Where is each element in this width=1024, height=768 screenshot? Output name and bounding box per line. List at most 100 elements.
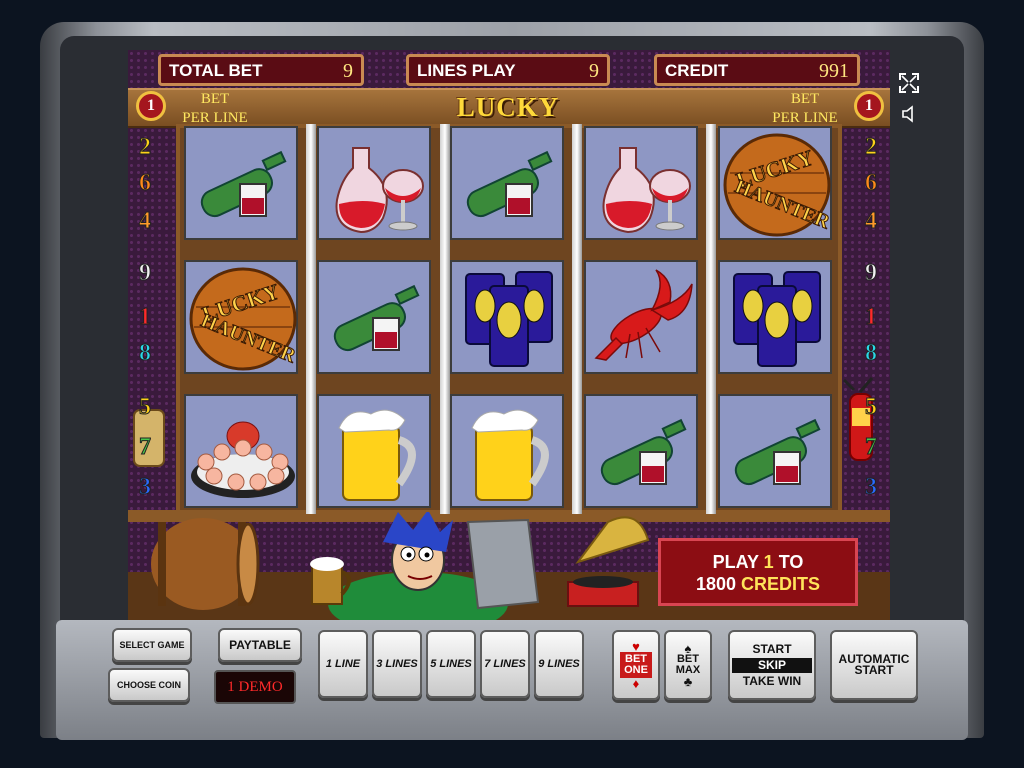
take-win-label: TAKE WIN [742,673,802,688]
barrel-icon [151,518,260,610]
line-number-right: 1 [865,304,878,331]
bottle-wine-icon [600,418,687,486]
shrimp-dish-symbol [184,394,298,508]
beer-cans-icon [733,271,821,367]
decanter-icon [335,147,424,234]
line-number-left: 8 [139,340,152,367]
play-credits-message: PLAY 1 TO 1800 CREDITS [658,538,858,606]
line-number-left: 7 [139,434,152,461]
line-number-right: 3 [865,474,878,501]
reel-divider [706,124,716,514]
play-max-credits: 1800 [695,574,736,594]
select-game-button[interactable]: SELECT GAME [112,628,192,662]
line-number-left: 2 [139,134,152,161]
automatic-start-button[interactable]: AUTOMATIC START [830,630,918,700]
skip-label: SKIP [732,657,812,673]
line-number-right: 9 [865,260,878,287]
shrimp-dish-icon [191,421,295,498]
beer-mug-symbol [450,394,564,508]
credit-value: 991 [819,60,849,82]
lobster-icon [594,269,693,361]
line-number-right: 8 [865,340,878,367]
bet-one-button[interactable]: ♥ BET ONE ♦ [612,630,660,700]
line-number-right: 5 [865,394,878,421]
choose-coin-button[interactable]: CHOOSE COIN [108,668,190,702]
gramophone-icon [567,516,650,607]
line-number-left: 3 [139,474,152,501]
bottle-wine-symbol [584,394,698,508]
line-number-right: 4 [865,208,878,235]
line-number-left: 1 [139,304,152,331]
lines-play-panel: LINES PLAY 9 [406,54,610,86]
total-bet-value: 9 [343,60,353,82]
line-5-button[interactable]: 5 LINES [426,630,476,698]
bottle-wine-icon [333,284,420,352]
play-min-credits: 1 [763,552,774,572]
bottle-wine-symbol [184,126,298,240]
credit-panel: CREDIT 991 [654,54,860,86]
lucky-haunter-symbol: LUCKY HAUNTER [718,126,834,240]
beer-cans-symbol [450,260,564,374]
credit-label: CREDIT [665,61,729,80]
beer-cans-icon [465,271,553,367]
total-bet-panel: TOTAL BET 9 [158,54,364,86]
lines-play-label: LINES PLAY [417,61,516,80]
coat-on-chair-icon [466,518,540,610]
line-number-left: 5 [139,394,152,421]
lines-play-value: 9 [589,60,599,82]
lobster-symbol [584,260,698,374]
decanter-icon [602,147,691,234]
title-bar: 1 BET PER LINE LUCKY HAUNTER BET PER LIN… [128,88,890,153]
bet-per-line-coin-left: 1 [136,91,166,121]
bottle-wine-icon [734,418,821,486]
beer-cans-symbol [718,260,832,374]
bet-per-line-label-left: BET PER LINE [182,91,248,126]
bottle-wine-symbol [450,126,564,240]
reel-divider [306,124,316,514]
line-7-button[interactable]: 7 LINES [480,630,530,698]
beer-mug-icon [471,409,549,501]
play-to-word: TO [778,552,804,572]
bet-max-label: BET MAX [675,653,701,676]
diamond-icon: ♦ [632,676,640,691]
lucky-haunter-icon: LUCKYHAUNTER [189,267,300,371]
play-word: PLAY [712,552,759,572]
line-number-right: 2 [865,134,878,161]
game-screen: TOTAL BET 9 LINES PLAY 9 CREDIT 991 1 BE… [128,50,890,620]
bottle-wine-symbol [718,394,832,508]
start-label: START [752,641,792,656]
beer-mug-icon [338,409,416,501]
club-icon: ♣ [683,674,693,689]
line-number-left: 6 [139,170,152,197]
reel-divider [572,124,582,514]
line-number-left: 9 [139,260,152,287]
line-number-left: 4 [139,208,152,235]
total-bet-label: TOTAL BET [169,61,263,80]
demo-display: 1 DEMO [214,670,296,704]
line-3-button[interactable]: 3 LINES [372,630,422,698]
lucky-haunter-symbol: LUCKY HAUNTER [184,260,300,374]
automatic-start-label: START [854,663,894,677]
line-number-right: 7 [865,434,878,461]
line-1-button[interactable]: 1 LINE [318,630,368,698]
paytable-button[interactable]: PAYTABLE [218,628,302,662]
bet-max-button[interactable]: ♠ BET MAX ♣ [664,630,712,700]
line-9-button[interactable]: 9 LINES [534,630,584,698]
decanter-symbol [317,126,431,240]
line-number-right: 6 [865,170,878,197]
bottle-wine-symbol [317,260,431,374]
bet-one-label: BET ONE [620,652,652,678]
reel-divider [440,124,450,514]
start-skip-takewin-button[interactable]: START SKIP TAKE WIN [728,630,816,700]
play-credits-word: CREDITS [741,574,821,594]
bottle-wine-icon [200,150,287,218]
heart-icon: ♥ [632,639,640,654]
beer-mug-symbol [317,394,431,508]
lucky-haunter-icon: LUCKYHAUNTER [723,133,834,237]
bottle-wine-icon [466,150,553,218]
bet-per-line-coin-right: 1 [854,91,884,121]
bet-per-line-label-right: BET PER LINE [772,91,838,126]
speaker-icon[interactable] [900,104,920,129]
fullscreen-icon[interactable] [898,72,920,99]
decanter-symbol [584,126,698,240]
